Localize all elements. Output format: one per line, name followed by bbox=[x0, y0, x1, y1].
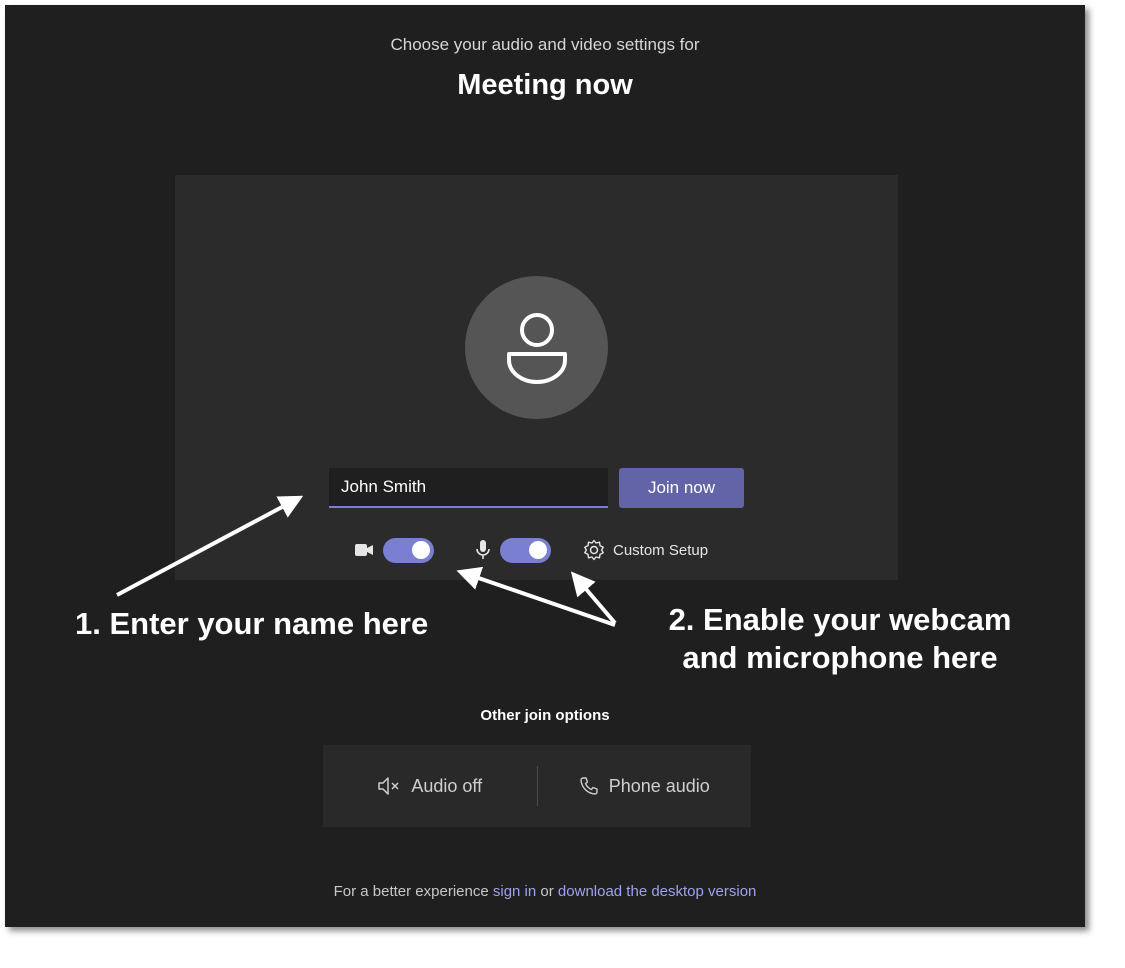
gear-icon bbox=[583, 539, 605, 561]
microphone-toggle-knob bbox=[529, 541, 547, 559]
footer-prefix: For a better experience bbox=[333, 883, 493, 900]
camera-toggle[interactable] bbox=[383, 537, 434, 563]
join-now-button[interactable]: Join now bbox=[619, 468, 744, 508]
download-desktop-link[interactable]: download the desktop version bbox=[558, 883, 756, 900]
phone-audio-label: Phone audio bbox=[608, 775, 710, 796]
annotation-step-2-line-1: 2. Enable your webcam bbox=[668, 602, 1012, 637]
audio-off-button[interactable]: Audio off bbox=[323, 745, 537, 827]
custom-setup-button[interactable]: Custom Setup bbox=[583, 539, 708, 561]
footer-middle: or bbox=[536, 883, 558, 900]
annotation-step-2-line-2: and microphone here bbox=[682, 640, 998, 675]
other-join-options-label: Other join options bbox=[480, 707, 610, 724]
audio-off-label: Audio off bbox=[411, 775, 483, 796]
microphone-icon bbox=[476, 540, 490, 560]
footer-text: For a better experience sign in or downl… bbox=[5, 883, 1085, 900]
meeting-title: Meeting now bbox=[457, 69, 633, 101]
speaker-muted-icon bbox=[377, 776, 401, 796]
person-icon bbox=[506, 312, 567, 384]
microphone-toggle[interactable] bbox=[500, 537, 551, 563]
meeting-prejoin-window: Choose your audio and video settings for… bbox=[5, 5, 1085, 927]
annotation-step-1: 1. Enter your name here bbox=[75, 606, 429, 641]
phone-icon bbox=[579, 776, 599, 796]
device-controls: Custom Setup bbox=[355, 535, 708, 565]
video-preview-panel: Join now bbox=[175, 175, 898, 580]
name-input[interactable] bbox=[329, 468, 608, 508]
camera-toggle-knob bbox=[412, 541, 430, 559]
video-camera-icon bbox=[355, 543, 373, 557]
phone-audio-button[interactable]: Phone audio bbox=[538, 745, 752, 827]
sign-in-link[interactable]: sign in bbox=[493, 883, 536, 900]
other-join-options: Audio off Phone audio bbox=[323, 745, 751, 827]
annotation-step-2: 2. Enable your webcam and microphone her… bbox=[635, 601, 1045, 677]
prejoin-subtitle: Choose your audio and video settings for bbox=[390, 35, 700, 54]
arrow-to-mic-toggle bbox=[570, 571, 617, 625]
avatar bbox=[465, 276, 608, 419]
custom-setup-label: Custom Setup bbox=[613, 541, 709, 559]
